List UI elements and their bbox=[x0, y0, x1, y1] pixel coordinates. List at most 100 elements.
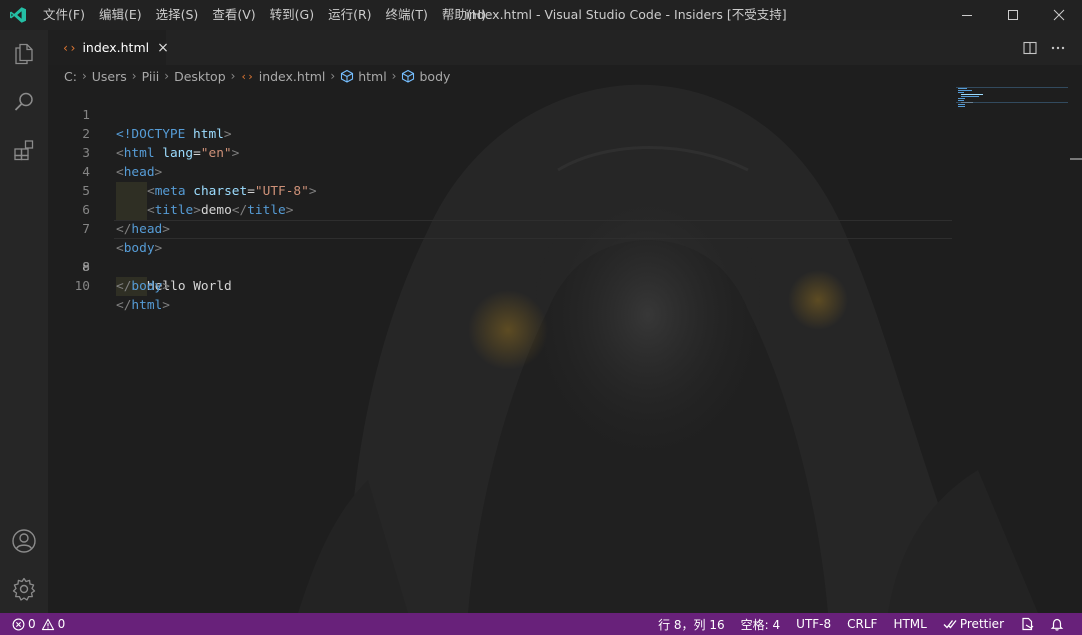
html-file-icon: ‹› bbox=[240, 69, 254, 83]
menu-bar: 文件(F) 编辑(E) 选择(S) 查看(V) 转到(G) 运行(R) 终端(T… bbox=[36, 0, 493, 30]
close-icon bbox=[1053, 9, 1065, 21]
account-icon bbox=[12, 529, 36, 553]
chevron-right-icon: › bbox=[164, 69, 170, 83]
token: html bbox=[131, 298, 163, 313]
files-icon bbox=[15, 43, 33, 65]
html-file-icon: ‹› bbox=[62, 40, 77, 55]
line-number: 10 bbox=[74, 279, 90, 294]
menu-run[interactable]: 运行(R) bbox=[321, 4, 378, 26]
menu-go[interactable]: 转到(G) bbox=[263, 4, 321, 26]
menu-edit[interactable]: 编辑(E) bbox=[92, 4, 149, 26]
chevron-right-icon: › bbox=[230, 69, 236, 83]
error-count: 0 bbox=[28, 617, 36, 631]
symbol-field-icon bbox=[341, 69, 354, 83]
warning-count: 0 bbox=[57, 617, 66, 631]
menu-file[interactable]: 文件(F) bbox=[36, 4, 92, 26]
line-content: </body> bbox=[116, 277, 170, 296]
feedback-icon bbox=[1022, 617, 1034, 631]
breadcrumb-desktop[interactable]: Desktop bbox=[174, 69, 226, 84]
code-line: 7 <body> bbox=[48, 201, 952, 256]
notifications-button[interactable] bbox=[1042, 613, 1072, 635]
code-editor[interactable]: 1 <!DOCTYPE html> 2 <html lang="en"> 3 <… bbox=[48, 87, 952, 313]
minimap-slider[interactable] bbox=[956, 87, 1068, 103]
breadcrumb-symbol-html[interactable]: html bbox=[340, 68, 387, 84]
minimize-button[interactable] bbox=[944, 0, 990, 30]
code-line: 6 </head> bbox=[48, 182, 952, 237]
breadcrumb-symbol-body-label: body bbox=[419, 68, 451, 84]
breadcrumb-users[interactable]: Users bbox=[92, 69, 127, 84]
token: </ bbox=[116, 279, 132, 294]
code-line: 9 </body> bbox=[48, 239, 952, 294]
scrollbar-cursor-marker bbox=[1070, 158, 1082, 160]
maximize-icon bbox=[1008, 10, 1018, 20]
language-mode[interactable]: HTML bbox=[885, 613, 934, 635]
tab-label: index.html bbox=[82, 40, 150, 55]
code-line: 5 <title>demo</title> bbox=[48, 163, 952, 220]
chevron-right-icon: › bbox=[391, 69, 397, 83]
chevron-right-icon: › bbox=[330, 69, 336, 83]
breadcrumb-file[interactable]: ‹› index.html bbox=[240, 69, 325, 84]
breadcrumb-symbol-html-label: html bbox=[358, 68, 387, 84]
gear-icon bbox=[12, 577, 36, 601]
chevron-right-icon: › bbox=[81, 69, 87, 83]
more-actions-button[interactable] bbox=[1044, 36, 1072, 60]
tab-index-html[interactable]: ‹› index.html × bbox=[48, 30, 169, 65]
token: > bbox=[162, 298, 170, 313]
current-line-highlight bbox=[114, 220, 952, 239]
breadcrumb-file-label: index.html bbox=[258, 68, 326, 84]
tab-bar: ‹› index.html × bbox=[48, 30, 1082, 65]
token: </ bbox=[116, 298, 132, 313]
extensions-button[interactable] bbox=[0, 126, 48, 174]
manage-button[interactable] bbox=[0, 565, 48, 613]
breadcrumb-symbol-body[interactable]: body bbox=[401, 69, 450, 84]
activity-bar bbox=[0, 30, 48, 613]
code-line: 3 <head> bbox=[48, 125, 952, 180]
status-right: 行 8，列 16 空格: 4 UTF-8 CRLF HTML Prettier bbox=[650, 613, 1072, 635]
ellipsis-icon bbox=[1051, 46, 1065, 49]
problems-indicator[interactable]: 0 0 bbox=[0, 613, 65, 635]
check-all-icon bbox=[943, 620, 957, 629]
token: > bbox=[162, 279, 170, 294]
line-content: </html> bbox=[116, 296, 170, 315]
menu-selection[interactable]: 选择(S) bbox=[149, 4, 206, 26]
prettier-label: Prettier bbox=[959, 617, 1004, 631]
search-button[interactable] bbox=[0, 78, 48, 126]
code-line: 10 </html> bbox=[48, 258, 952, 313]
encoding-setting[interactable]: UTF-8 bbox=[788, 613, 839, 635]
breadcrumb: C: › Users › Piii › Desktop › ‹› index.h… bbox=[64, 65, 450, 87]
eol-setting[interactable]: CRLF bbox=[839, 613, 885, 635]
search-icon bbox=[14, 92, 33, 111]
title-bar: 文件(F) 编辑(E) 选择(S) 查看(V) 转到(G) 运行(R) 终端(T… bbox=[0, 0, 1082, 30]
code-line: 2 <html lang="en"> bbox=[48, 106, 952, 161]
close-window-button[interactable] bbox=[1036, 0, 1082, 30]
chevron-right-icon: › bbox=[131, 69, 137, 83]
warning-icon bbox=[41, 618, 54, 630]
code-line-active: 8 Hello World bbox=[48, 220, 952, 296]
feedback-button[interactable] bbox=[1012, 613, 1042, 635]
error-icon bbox=[12, 618, 25, 630]
editor-actions bbox=[1016, 30, 1082, 65]
breadcrumb-drive[interactable]: C: bbox=[64, 69, 77, 84]
window-controls bbox=[944, 0, 1082, 30]
tab-close-button[interactable]: × bbox=[157, 40, 169, 56]
cursor-position[interactable]: 行 8，列 16 bbox=[650, 613, 733, 635]
breadcrumb-piii[interactable]: Piii bbox=[142, 69, 160, 84]
accounts-button[interactable] bbox=[0, 517, 48, 565]
indentation-setting[interactable]: 空格: 4 bbox=[733, 613, 789, 635]
vertical-scrollbar[interactable] bbox=[1068, 87, 1082, 613]
symbol-field-icon bbox=[402, 69, 415, 83]
split-editor-button[interactable] bbox=[1016, 36, 1044, 60]
vscode-insiders-logo-icon bbox=[0, 0, 36, 30]
maximize-button[interactable] bbox=[990, 0, 1036, 30]
menu-help[interactable]: 帮助(H) bbox=[435, 4, 493, 26]
status-bar: 0 0 行 8，列 16 空格: 4 UTF-8 CRLF HTML Prett… bbox=[0, 613, 1082, 635]
menu-view[interactable]: 查看(V) bbox=[205, 4, 262, 26]
explorer-button[interactable] bbox=[0, 30, 48, 78]
bell-icon bbox=[1050, 618, 1064, 631]
prettier-status[interactable]: Prettier bbox=[935, 613, 1012, 635]
extensions-icon bbox=[14, 140, 34, 161]
split-editor-icon bbox=[1023, 41, 1037, 54]
token: body bbox=[131, 279, 163, 294]
minimize-icon bbox=[962, 15, 972, 16]
menu-terminal[interactable]: 终端(T) bbox=[379, 4, 435, 26]
